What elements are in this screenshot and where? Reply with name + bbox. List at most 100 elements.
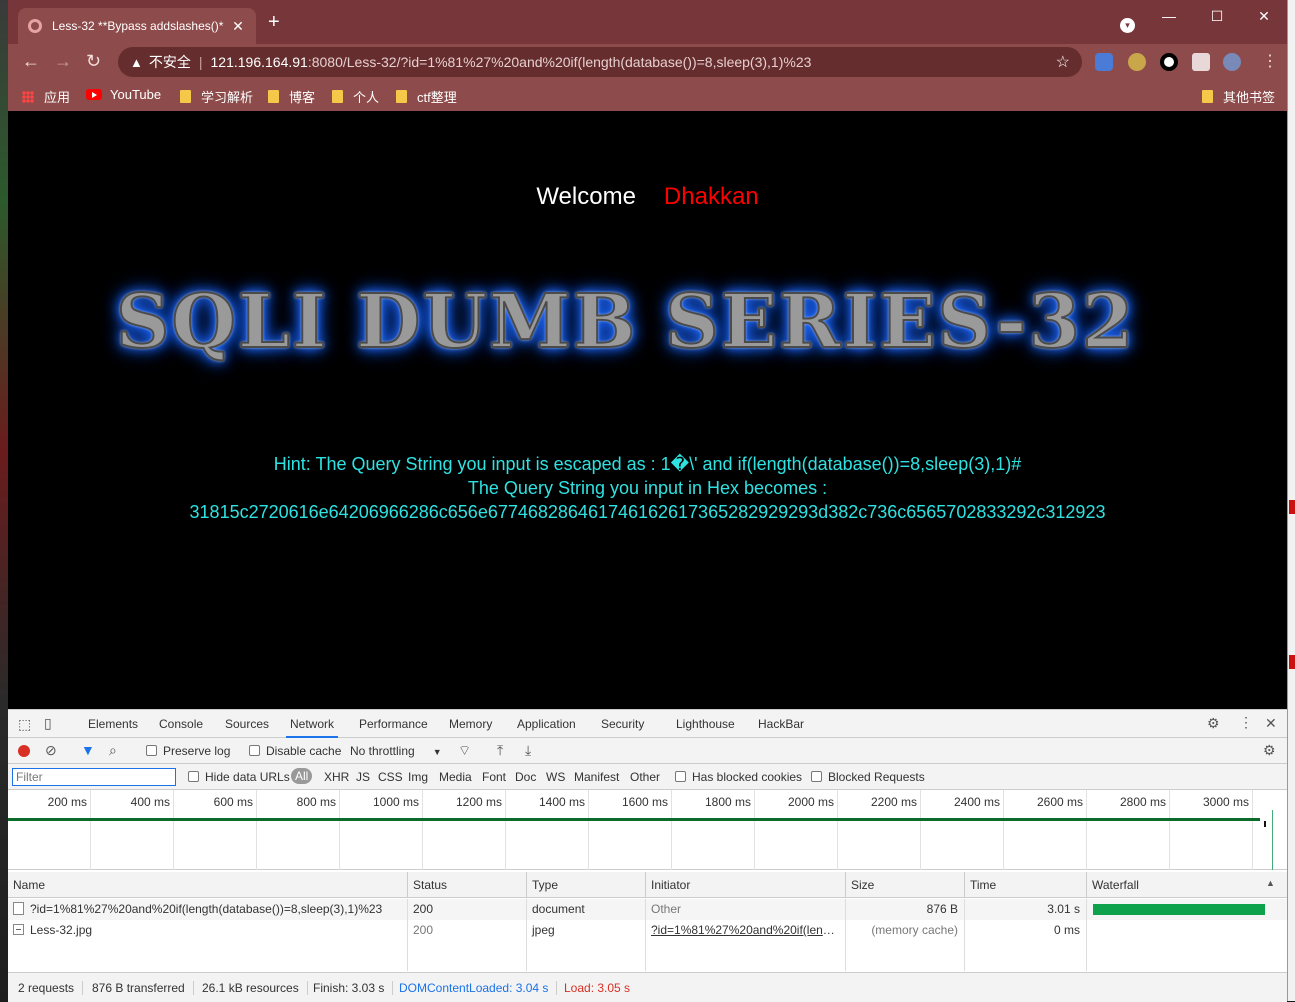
menu-dots-icon[interactable]: ⋮ xyxy=(1262,53,1278,71)
browser-tab[interactable]: Less-32 **Bypass addslashes()* ✕ xyxy=(18,8,256,44)
network-conditions-icon[interactable]: ⌔ xyxy=(458,742,471,760)
back-arrow-icon[interactable]: ← xyxy=(22,52,40,70)
filter-img[interactable]: Img xyxy=(408,770,428,784)
bookmark-other[interactable]: 其他书签 xyxy=(1202,87,1275,106)
title-bar: Less-32 **Bypass addslashes()* ✕ + ▾ — ☐… xyxy=(8,0,1287,44)
tab-security[interactable]: Security xyxy=(601,710,644,738)
minimize-icon[interactable]: — xyxy=(1146,0,1192,32)
request-initiator-link[interactable]: ?id=1%81%27%20and%20if(length(database()… xyxy=(646,920,846,941)
column-name[interactable]: Name xyxy=(8,872,408,898)
request-name-text: ?id=1%81%27%20and%20if(length(database()… xyxy=(30,902,383,916)
filter-js[interactable]: JS xyxy=(356,770,370,784)
throttling-select[interactable]: No throttling ▼ xyxy=(350,744,442,758)
disable-cache-checkbox[interactable]: Disable cache xyxy=(249,744,341,758)
network-overview-timeline[interactable]: 3000 ms 2800 ms 2600 ms 2400 ms 2200 ms 2000 … xyxy=(8,790,1287,870)
column-size[interactable]: Size xyxy=(846,872,965,898)
bookmark-star-icon[interactable]: ☆ xyxy=(1056,52,1070,72)
timeline-tick: 2400 ms xyxy=(921,790,1004,870)
bookmark-folder-3[interactable]: 个人 xyxy=(332,87,379,106)
bookmark-youtube[interactable]: YouTube xyxy=(86,87,161,102)
request-size: (memory cache) xyxy=(846,920,965,941)
tab-elements[interactable]: Elements xyxy=(88,710,138,738)
checkbox-box xyxy=(811,771,822,782)
bookmark-apps[interactable]: 应用 xyxy=(22,87,70,106)
globe-icon xyxy=(28,19,42,33)
blocked-requests-checkbox[interactable]: Blocked Requests xyxy=(811,770,925,784)
column-time[interactable]: Time xyxy=(965,872,1087,898)
bookmark-label: 应用 xyxy=(44,90,71,105)
tab-network[interactable]: Network xyxy=(286,710,339,738)
status-load: Load: 3.05 s xyxy=(564,981,631,995)
settings-gear-icon[interactable]: ⚙ xyxy=(1207,715,1220,732)
circle-extension-icon[interactable] xyxy=(1160,53,1178,71)
column-status[interactable]: Status xyxy=(408,872,527,898)
filter-css[interactable]: CSS xyxy=(378,770,403,784)
bookmark-label: 学习解析 xyxy=(201,90,254,105)
bookmark-folder-4[interactable]: ctf整理 xyxy=(396,87,457,106)
bookmark-folder-1[interactable]: 学习解析 xyxy=(180,87,253,106)
clear-icon[interactable]: ⊘ xyxy=(45,742,57,759)
forward-arrow-icon[interactable]: → xyxy=(54,52,72,70)
close-window-icon[interactable]: ✕ xyxy=(1241,0,1287,32)
hide-data-urls-checkbox[interactable]: Hide data URLs xyxy=(188,770,290,784)
hint-block: Hint: The Query String you input is esca… xyxy=(8,452,1287,524)
search-icon[interactable]: ⌕ xyxy=(109,742,117,759)
user-name: Dhakkan xyxy=(663,183,759,210)
device-toggle-icon[interactable]: ▯ xyxy=(44,715,52,732)
reload-icon[interactable]: ↻ xyxy=(86,52,101,70)
record-icon[interactable] xyxy=(18,745,30,757)
close-devtools-icon[interactable]: ✕ xyxy=(1265,715,1277,732)
column-waterfall[interactable]: Waterfall xyxy=(1087,872,1287,898)
filter-all[interactable]: All xyxy=(291,768,313,784)
tab-application[interactable]: Application xyxy=(517,710,576,738)
avatar[interactable] xyxy=(1223,53,1241,71)
throttling-value: No throttling xyxy=(350,744,415,758)
translate-extension-icon[interactable] xyxy=(1095,53,1113,71)
page-content: Welcome Dhakkan SQLI DUMB SERIES-32 Hint:… xyxy=(8,111,1287,709)
inspect-icon[interactable]: ⬚ xyxy=(18,716,31,733)
address-bar[interactable]: ▲ 不安全 | 121.196.164.91 :8080/Less-32/?id… xyxy=(118,47,1082,77)
filter-doc[interactable]: Doc xyxy=(515,770,536,784)
tab-console[interactable]: Console xyxy=(159,710,203,738)
request-name: ?id=1%81%27%20and%20if(length(database()… xyxy=(8,899,408,920)
owl-extension-icon[interactable] xyxy=(1128,53,1146,71)
column-type[interactable]: Type xyxy=(527,872,646,898)
profile-dropdown-icon[interactable]: ▾ xyxy=(1120,18,1135,33)
timeline-tick-label: 3000 ms xyxy=(1202,795,1249,809)
checkbox-box xyxy=(249,745,260,756)
export-har-icon[interactable]: ⤓ xyxy=(525,742,531,759)
folder-icon xyxy=(268,90,279,103)
maximize-icon[interactable]: ☐ xyxy=(1194,0,1240,32)
tab-lighthouse[interactable]: Lighthouse xyxy=(676,710,735,738)
filter-ws[interactable]: WS xyxy=(546,770,565,784)
bookmark-folder-2[interactable]: 博客 xyxy=(268,87,315,106)
column-divider xyxy=(527,941,646,971)
bookmark-label: ctf整理 xyxy=(417,90,457,105)
more-options-icon[interactable]: ⋮ xyxy=(1239,714,1253,731)
filter-font[interactable]: Font xyxy=(482,770,506,784)
tab-sources[interactable]: Sources xyxy=(225,710,269,738)
tab-hackbar[interactable]: HackBar xyxy=(758,710,804,738)
filter-funnel-icon[interactable]: ▼ xyxy=(81,742,95,758)
column-initiator[interactable]: Initiator xyxy=(646,872,846,898)
new-tab-icon[interactable]: + xyxy=(268,12,280,32)
filter-manifest[interactable]: Manifest xyxy=(574,770,619,784)
preserve-log-checkbox[interactable]: Preserve log xyxy=(146,744,230,758)
filter-other[interactable]: Other xyxy=(630,770,660,784)
import-har-icon[interactable]: ⤒ xyxy=(497,742,503,759)
filter-xhr[interactable]: XHR xyxy=(324,770,349,784)
close-tab-icon[interactable]: ✕ xyxy=(230,18,246,35)
has-blocked-cookies-checkbox[interactable]: Has blocked cookies xyxy=(675,770,802,784)
network-settings-icon[interactable]: ⚙ xyxy=(1263,742,1276,759)
warning-icon: ▲ xyxy=(130,54,143,70)
filter-media[interactable]: Media xyxy=(439,770,472,784)
timeline-tick: 800 ms xyxy=(257,790,340,870)
request-status: 200 xyxy=(408,920,527,941)
table-row[interactable]: ?id=1%81%27%20and%20if(length(database()… xyxy=(8,899,1287,920)
tab-performance[interactable]: Performance xyxy=(359,710,428,738)
filter-input[interactable]: Filter xyxy=(12,768,176,786)
puzzle-extension-icon[interactable] xyxy=(1192,53,1210,71)
request-name-text: Less-32.jpg xyxy=(30,923,93,937)
tab-memory[interactable]: Memory xyxy=(449,710,492,738)
table-row[interactable]: Less-32.jpg 200 jpeg ?id=1%81%27%20and%2… xyxy=(8,920,1287,941)
